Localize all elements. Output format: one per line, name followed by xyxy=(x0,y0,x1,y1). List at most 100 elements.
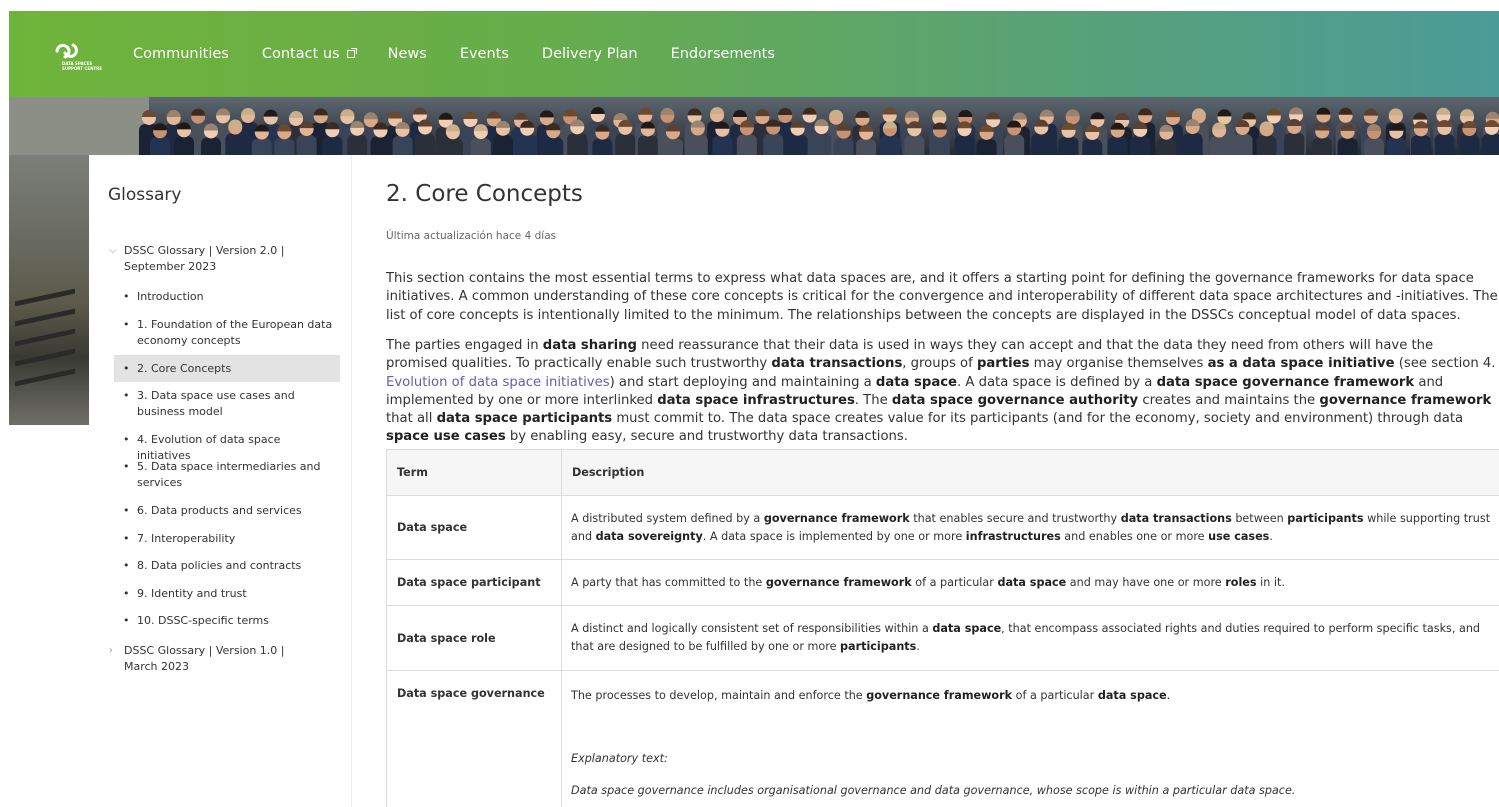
person-body xyxy=(1082,138,1103,155)
person-body xyxy=(1130,135,1151,155)
person-body xyxy=(296,135,317,155)
person-body xyxy=(1481,133,1499,155)
person-body xyxy=(200,137,221,155)
person-body xyxy=(470,138,491,155)
bullet-icon: • xyxy=(123,318,130,331)
description-cell: The processes to develop, maintain and e… xyxy=(561,670,1499,807)
person-body xyxy=(954,135,975,155)
person-body xyxy=(150,137,170,155)
person-body xyxy=(543,137,564,155)
bullet-icon: • xyxy=(123,389,130,402)
nav-news[interactable]: News xyxy=(388,46,427,62)
explanatory-label: Explanatory text: xyxy=(571,752,668,765)
sidebar-item-dssc-terms[interactable]: • 10. DSSC-specific terms xyxy=(114,613,340,629)
sidebar-item-data-policies[interactable]: • 8. Data policies and contracts xyxy=(114,558,340,574)
person-body xyxy=(662,138,683,155)
governance-description: The processes to develop, maintain and e… xyxy=(571,689,1171,702)
person-body xyxy=(1337,137,1358,155)
bullet-icon: • xyxy=(123,587,130,600)
person-body xyxy=(637,135,658,155)
person-body xyxy=(1386,137,1407,155)
sidebar-item-label: 5. Data space intermediaries and service… xyxy=(137,460,321,489)
sidebar-item-label: 7. Interoperability xyxy=(137,532,236,545)
person-body xyxy=(592,138,613,155)
term-cell: Data space participant xyxy=(386,559,562,606)
sidebar-item-label: 8. Data policies and contracts xyxy=(137,559,302,572)
sidebar-item-core-concepts[interactable]: • 2. Core Concepts xyxy=(114,355,340,382)
column-header-description: Description xyxy=(561,449,1499,496)
bullet-icon: • xyxy=(123,614,130,627)
person-body xyxy=(1284,133,1305,155)
page-title: 2. Core Concepts xyxy=(386,181,583,207)
explanatory-text: Data space governance includes organisat… xyxy=(571,784,1296,797)
evolution-link[interactable]: Evolution of data space initiatives xyxy=(386,375,610,390)
nav-contact-us[interactable]: Contact us xyxy=(261,46,357,62)
sidebar-item-interoperability[interactable]: • 7. Interoperability xyxy=(114,531,340,547)
person-body xyxy=(1209,136,1230,155)
nav-endorsements[interactable]: Endorsements xyxy=(671,46,775,62)
sidebar-item-label: 6. Data products and services xyxy=(137,504,302,517)
chevron-down-icon: ⌵ xyxy=(109,245,117,256)
person-body xyxy=(1107,136,1128,155)
sidebar-item-foundation[interactable]: • 1. Foundation of the European data econ… xyxy=(114,317,340,349)
sidebar-item-label: 2. Core Concepts xyxy=(137,362,232,375)
person-body xyxy=(1232,134,1253,155)
group-photo-banner xyxy=(9,97,1499,155)
tree-root-version-1[interactable]: › DSSC Glossary | Version 1.0 | March 20… xyxy=(109,643,319,675)
person-body xyxy=(347,134,368,155)
main-content: 2. Core Concepts Última actualización ha… xyxy=(353,155,1499,807)
person-body xyxy=(1364,138,1385,155)
column-header-term: Term xyxy=(386,449,562,496)
bullet-icon: • xyxy=(123,504,130,517)
description-cell: A distributed system defined by a govern… xyxy=(561,495,1499,560)
person-body xyxy=(1182,133,1203,155)
sidebar-item-label: 9. Identity and trust xyxy=(137,587,247,600)
person-body xyxy=(763,133,784,155)
person-body xyxy=(174,136,195,155)
tree-root-label: DSSC Glossary | Version 1.0 | March 2023 xyxy=(124,644,285,673)
person-body xyxy=(251,138,272,155)
person-body xyxy=(492,134,513,155)
sidebar-item-label: 10. DSSC-specific terms xyxy=(137,614,269,627)
bullet-icon: • xyxy=(123,290,130,303)
person-body xyxy=(811,133,832,155)
tree-root-version-2[interactable]: ⌵ DSSC Glossary | Version 2.0 | Septembe… xyxy=(109,243,319,275)
person-body xyxy=(442,138,463,155)
nav-contact-us-label: Contact us xyxy=(261,46,340,62)
term-cell: Data space xyxy=(386,495,562,560)
sidebar-item-label: Introduction xyxy=(137,290,204,303)
dssc-logo[interactable]: DATA SPACES SUPPORT CENTRE xyxy=(51,38,111,74)
sidebar-item-identity-trust[interactable]: • 9. Identity and trust xyxy=(114,586,340,602)
glossary-sidebar: Glossary ⌵ DSSC Glossary | Version 2.0 |… xyxy=(89,155,352,807)
person-body xyxy=(929,136,950,155)
description-cell: A distinct and logically consistent set … xyxy=(561,605,1499,671)
table-row: Data space A distributed system defined … xyxy=(386,495,1499,560)
nav-delivery-plan[interactable]: Delivery Plan xyxy=(542,46,638,62)
nav-events[interactable]: Events xyxy=(460,46,509,62)
main-nav: Communities Contact us News Events Deliv… xyxy=(133,11,808,97)
second-paragraph: The parties engaged in data sharing need… xyxy=(386,338,1496,445)
crowd-illustration xyxy=(9,97,1499,155)
person-body xyxy=(976,138,997,155)
sidebar-item-introduction[interactable]: • Introduction xyxy=(114,289,340,305)
sidebar-item-data-products[interactable]: • 6. Data products and services xyxy=(114,503,340,519)
table-row: Data space governance The processes to d… xyxy=(386,670,1499,807)
person-body xyxy=(1410,135,1431,155)
bullet-icon: • xyxy=(123,433,130,446)
person-body xyxy=(712,135,733,155)
bullet-icon: • xyxy=(123,532,130,545)
person-body xyxy=(856,138,877,155)
person-body xyxy=(517,134,538,155)
person-body xyxy=(736,134,757,155)
bullet-icon: • xyxy=(123,362,130,375)
logo-line-2: SUPPORT CENTRE xyxy=(62,66,102,71)
nav-communities[interactable]: Communities xyxy=(133,46,229,62)
last-updated: Última actualización hace 4 días xyxy=(386,230,557,242)
sidebar-item-label: 3. Data space use cases and business mod… xyxy=(137,389,295,418)
person-body xyxy=(1031,133,1052,155)
person-body xyxy=(1004,134,1025,155)
person-body xyxy=(1312,137,1333,155)
person-body xyxy=(787,134,808,155)
sidebar-item-use-cases[interactable]: • 3. Data space use cases and business mo… xyxy=(114,388,340,420)
sidebar-item-intermediaries[interactable]: • 5. Data space intermediaries and servic… xyxy=(114,459,340,491)
